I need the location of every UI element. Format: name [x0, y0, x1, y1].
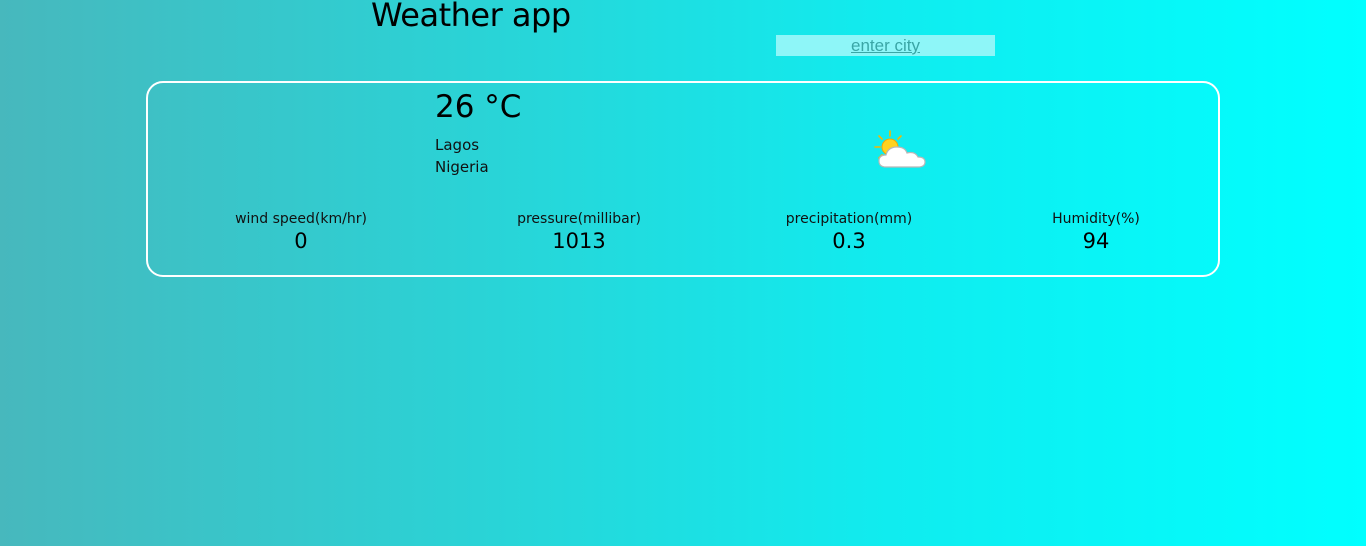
country-name: Nigeria	[435, 158, 489, 176]
temperature-value: 26 °C	[435, 89, 522, 125]
humidity-value: 94	[1082, 229, 1110, 253]
pressure-stat: pressure(millibar) 1013	[517, 211, 641, 253]
humidity-stat: Humidity(%) 94	[1052, 211, 1140, 253]
pressure-value: 1013	[552, 229, 606, 253]
wind-speed-label: wind speed(km/hr)	[235, 211, 367, 227]
app-title: Weather app	[371, 0, 571, 34]
wind-speed-stat: wind speed(km/hr) 0	[235, 211, 367, 253]
precipitation-label: precipitation(mm)	[785, 211, 913, 227]
city-name: Lagos	[435, 136, 480, 154]
pressure-label: pressure(millibar)	[517, 211, 641, 227]
partly-cloudy-icon	[870, 129, 930, 173]
humidity-label: Humidity(%)	[1052, 211, 1140, 227]
wind-speed-value: 0	[294, 229, 308, 253]
weather-card: 26 °C Lagos Nigeria wind speed(km/hr) 0 …	[146, 81, 1220, 277]
city-search-input[interactable]	[776, 35, 995, 56]
precipitation-value: 0.3	[832, 229, 866, 253]
precipitation-stat: precipitation(mm) 0.3	[786, 211, 912, 253]
